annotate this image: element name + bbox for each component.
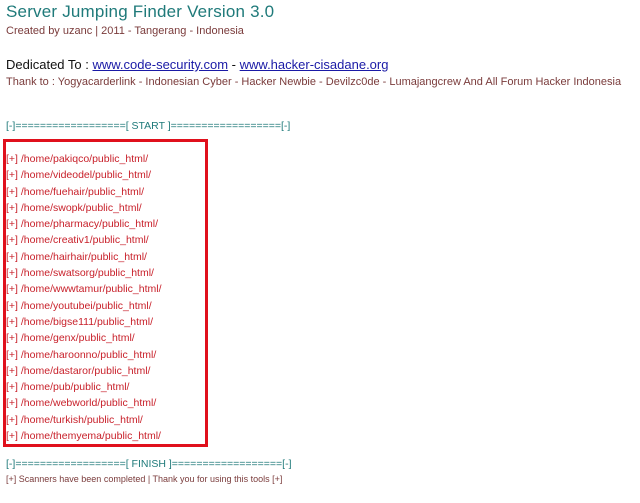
page-title: Server Jumping Finder Version 3.0 [6, 2, 275, 21]
result-path-item: [+] /home/webworld/public_html/ [6, 397, 157, 410]
code-security-link[interactable]: www.code-security.com [92, 57, 228, 72]
result-path-item: [+] /home/creativ1/public_html/ [6, 234, 149, 247]
credit-line: Created by uzanc | 2011 - Tangerang - In… [6, 25, 244, 37]
result-path-item: [+] /home/videodel/public_html/ [6, 169, 152, 182]
hacker-cisadane-link[interactable]: www.hacker-cisadane.org [240, 57, 389, 72]
result-path-item: [+] /home/hairhair/public_html/ [6, 250, 147, 263]
thanks-line: Thank to : Yogyacarderlink - Indonesian … [6, 76, 622, 88]
result-path-item: [+] /home/fuehair/public_html/ [6, 185, 145, 198]
result-path-item: [+] /home/bigse111/public_html/ [6, 315, 153, 328]
dedication-line: Dedicated To : www.code-security.com - w… [6, 57, 388, 72]
result-path-item: [+] /home/swatsorg/public_html/ [6, 267, 154, 280]
finish-separator: [-]==================[ FINISH ]=========… [6, 458, 292, 470]
results-list: [+] /home/pakiqco/public_html/ [+] /home/… [6, 151, 162, 444]
result-path-item: [+] /home/pub/public_html/ [6, 381, 130, 394]
completion-message: [+] Scanners have been completed | Thank… [6, 474, 283, 484]
result-path-item: [+] /home/wwwtamur/public_html/ [6, 283, 162, 296]
result-path-item: [+] /home/themyema/public_html/ [6, 430, 161, 443]
result-path-item: [+] /home/swopk/public_html/ [6, 201, 142, 214]
result-path-item: [+] /home/dastaror/public_html/ [6, 364, 151, 377]
result-path-item: [+] /home/youtubei/public_html/ [6, 299, 152, 312]
result-path-item: [+] /home/pakiqco/public_html/ [6, 153, 149, 165]
dedication-prefix: Dedicated To : [6, 57, 93, 72]
result-path-item: [+] /home/genx/public_html/ [6, 332, 135, 345]
result-path-item: [+] /home/pharmacy/public_html/ [6, 218, 159, 231]
dedication-joiner: - [228, 57, 240, 72]
start-separator: [-]==================[ START ]==========… [6, 120, 291, 132]
result-path-item: [+] /home/turkish/public_html/ [6, 413, 143, 426]
result-path-item: [+] /home/haroonno/public_html/ [6, 348, 157, 361]
